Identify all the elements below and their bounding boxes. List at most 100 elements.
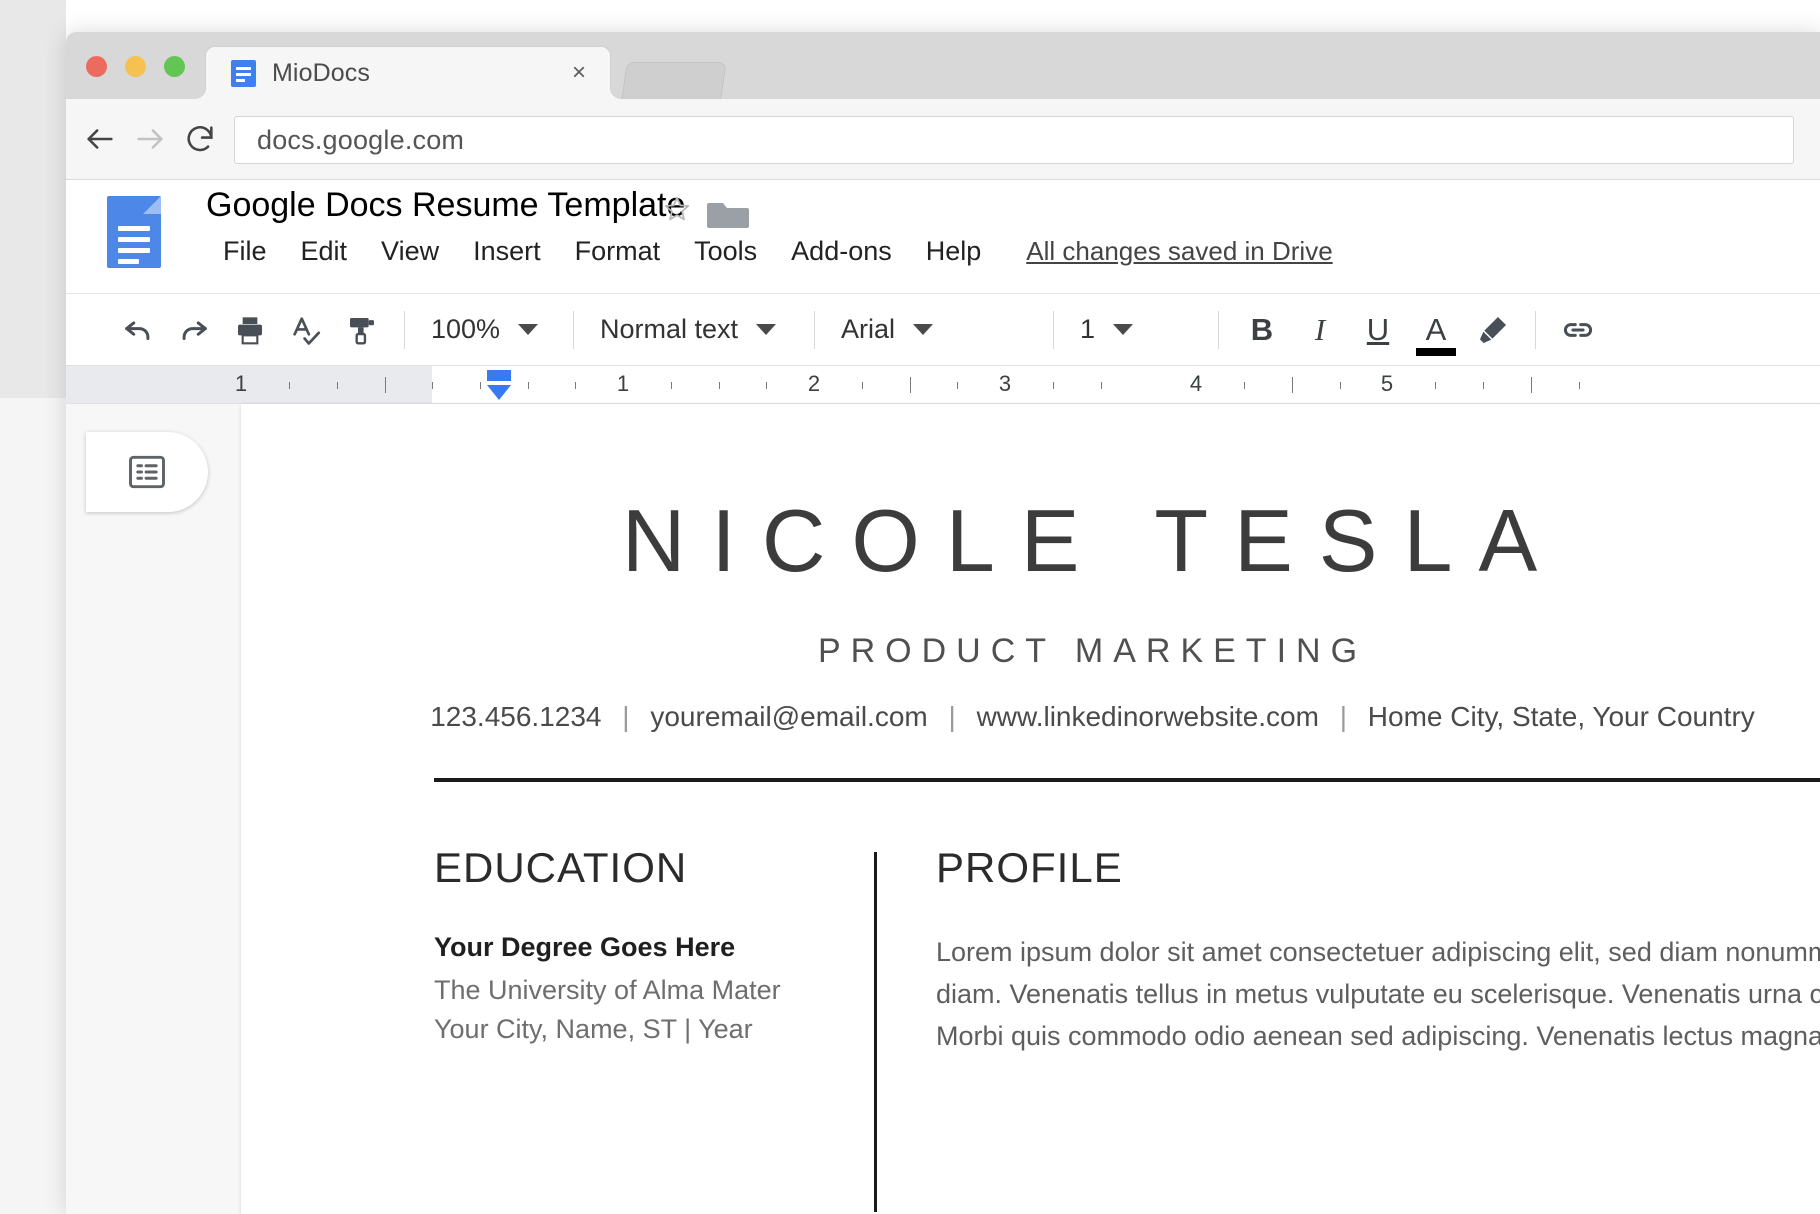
chevron-down-icon <box>1113 324 1133 335</box>
toolbar-divider <box>1218 311 1219 349</box>
section-heading: EDUCATION <box>434 844 864 892</box>
close-window-button[interactable] <box>86 56 107 77</box>
document-canvas: NICOLE TESLA PRODUCT MARKETING 123.456.1… <box>66 404 1820 1214</box>
browser-window: MioDocs × docs.go <box>66 32 1820 1214</box>
toolbar-divider <box>404 311 405 349</box>
menu-item-insert[interactable]: Insert <box>456 232 558 271</box>
maximize-window-button[interactable] <box>164 56 185 77</box>
desktop-backdrop-top <box>0 0 66 398</box>
contact-separator: | <box>1327 701 1360 732</box>
resume-section-education: EDUCATION Your Degree Goes Here The Univ… <box>434 844 864 1053</box>
spellcheck-icon[interactable] <box>278 302 334 358</box>
text-color-letter: A <box>1426 312 1447 347</box>
contact-separator: | <box>936 701 969 732</box>
document-title[interactable]: Google Docs Resume Template <box>206 186 685 225</box>
italic-button[interactable]: I <box>1291 312 1349 348</box>
toolbar-divider <box>573 311 574 349</box>
link-icon[interactable] <box>1550 302 1606 358</box>
text-color-button[interactable]: A <box>1407 312 1465 348</box>
profile-line: diam. Venenatis tellus in metus vulputat… <box>936 974 1816 1016</box>
reload-icon[interactable] <box>178 117 222 161</box>
back-arrow-icon[interactable] <box>78 117 122 161</box>
paragraph-style-dropdown[interactable]: Normal text <box>588 306 800 354</box>
section-heading: PROFILE <box>936 844 1816 892</box>
docs-menu-bar: File Edit View Insert Format Tools Add-o… <box>206 232 1333 271</box>
browser-tab[interactable]: MioDocs × <box>205 46 611 99</box>
chevron-down-icon <box>913 324 933 335</box>
contact-separator: | <box>609 701 642 732</box>
contact-location: Home City, State, Your Country <box>1368 701 1755 732</box>
toolbar-divider <box>1535 311 1536 349</box>
new-tab-button[interactable] <box>621 62 726 99</box>
menu-item-view[interactable]: View <box>364 232 456 271</box>
chevron-down-icon <box>756 324 776 335</box>
forward-arrow-icon <box>128 117 172 161</box>
education-detail: Your City, Name, ST | Year <box>434 1014 864 1045</box>
zoom-level-value: 100% <box>431 314 500 345</box>
paragraph-style-value: Normal text <box>600 314 738 345</box>
document-ruler[interactable]: 1 1 2 3 4 5 <box>66 366 1820 404</box>
resume-horizontal-rule <box>434 778 1820 782</box>
font-size-value: 1 <box>1080 314 1095 345</box>
redo-icon[interactable] <box>166 302 222 358</box>
resume-contact-line: 123.456.1234 | youremail@email.com | www… <box>303 701 1820 733</box>
ruler-number: 5 <box>1381 371 1393 397</box>
education-school: The University of Alma Mater <box>434 975 864 1006</box>
font-family-value: Arial <box>841 314 895 345</box>
contact-website: www.linkedinorwebsite.com <box>977 701 1319 732</box>
zoom-level-dropdown[interactable]: 100% <box>419 306 559 354</box>
contact-email: youremail@email.com <box>650 701 927 732</box>
address-bar-url: docs.google.com <box>257 125 464 156</box>
window-controls <box>86 56 185 77</box>
desktop-backdrop-bottom <box>0 398 66 1214</box>
left-indent-marker[interactable] <box>487 370 511 400</box>
google-docs-logo[interactable] <box>107 196 161 268</box>
menu-item-format[interactable]: Format <box>558 232 678 271</box>
menu-item-edit[interactable]: Edit <box>284 232 365 271</box>
docs-file-icon <box>231 60 256 87</box>
star-outline-icon[interactable] <box>662 194 692 224</box>
docs-toolbar: 100% Normal text Arial 1 B I U <box>66 294 1820 366</box>
resume-column-divider <box>874 852 877 1212</box>
education-entry: Your Degree Goes Here The University of … <box>434 932 864 1045</box>
ruler-number: 1 <box>617 371 629 397</box>
minimize-window-button[interactable] <box>125 56 146 77</box>
chevron-down-icon <box>518 324 538 335</box>
paint-format-icon[interactable] <box>334 302 390 358</box>
print-icon[interactable] <box>222 302 278 358</box>
ruler-left-margin <box>66 366 432 404</box>
toolbar-divider <box>814 311 815 349</box>
address-bar[interactable]: docs.google.com <box>234 116 1794 164</box>
ruler-number: 4 <box>1190 371 1202 397</box>
underline-button[interactable]: U <box>1349 312 1407 348</box>
contact-phone: 123.456.1234 <box>430 701 601 732</box>
profile-line: Morbi quis commodo odio aenean sed adipi… <box>936 1016 1816 1058</box>
toolbar-divider <box>1053 311 1054 349</box>
resume-role: PRODUCT MARKETING <box>303 632 1820 671</box>
text-color-swatch <box>1416 348 1456 356</box>
menu-item-file[interactable]: File <box>206 232 284 271</box>
docs-header: Google Docs Resume Template File Edit Vi… <box>66 180 1820 294</box>
menu-item-add-ons[interactable]: Add-ons <box>774 232 909 271</box>
bold-button[interactable]: B <box>1233 312 1291 348</box>
menu-item-help[interactable]: Help <box>909 232 999 271</box>
browser-tab-strip: MioDocs × <box>66 32 1820 99</box>
menu-item-tools[interactable]: Tools <box>677 232 774 271</box>
font-family-dropdown[interactable]: Arial <box>829 306 1039 354</box>
highlight-pen-icon[interactable] <box>1465 302 1521 358</box>
folder-icon[interactable] <box>707 198 749 230</box>
desktop-background: MioDocs × docs.go <box>0 0 1820 1214</box>
font-size-dropdown[interactable]: 1 <box>1068 306 1204 354</box>
close-icon[interactable]: × <box>566 60 592 86</box>
profile-line: Lorem ipsum dolor sit amet consectetuer … <box>936 932 1816 974</box>
browser-tab-title: MioDocs <box>272 59 370 88</box>
ruler-number: 2 <box>808 371 820 397</box>
document-page[interactable]: NICOLE TESLA PRODUCT MARKETING 123.456.1… <box>241 404 1820 1214</box>
document-outline-icon[interactable] <box>86 432 208 512</box>
undo-icon[interactable] <box>110 302 166 358</box>
education-degree: Your Degree Goes Here <box>434 932 864 963</box>
browser-toolbar: docs.google.com <box>66 99 1820 180</box>
resume-section-profile: PROFILE Lorem ipsum dolor sit amet conse… <box>936 844 1816 1058</box>
save-status-label[interactable]: All changes saved in Drive <box>1026 236 1332 267</box>
ruler-number: 1 <box>235 371 247 397</box>
